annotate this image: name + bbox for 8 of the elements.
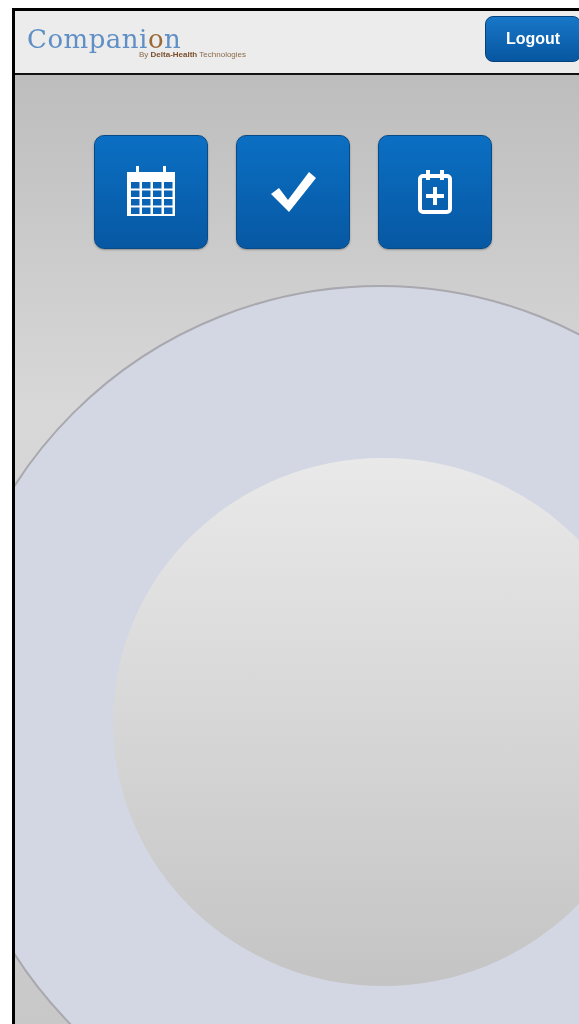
logout-button[interactable]: Logout <box>485 16 579 62</box>
calendar-add-icon <box>418 169 452 215</box>
check-icon <box>269 170 317 214</box>
logo: Companion <box>27 25 182 52</box>
calendar-button[interactable] <box>94 135 208 249</box>
tagline: By Delta-Health Technologies <box>139 49 247 59</box>
check-button[interactable] <box>236 135 350 249</box>
add-event-button[interactable] <box>378 135 492 249</box>
